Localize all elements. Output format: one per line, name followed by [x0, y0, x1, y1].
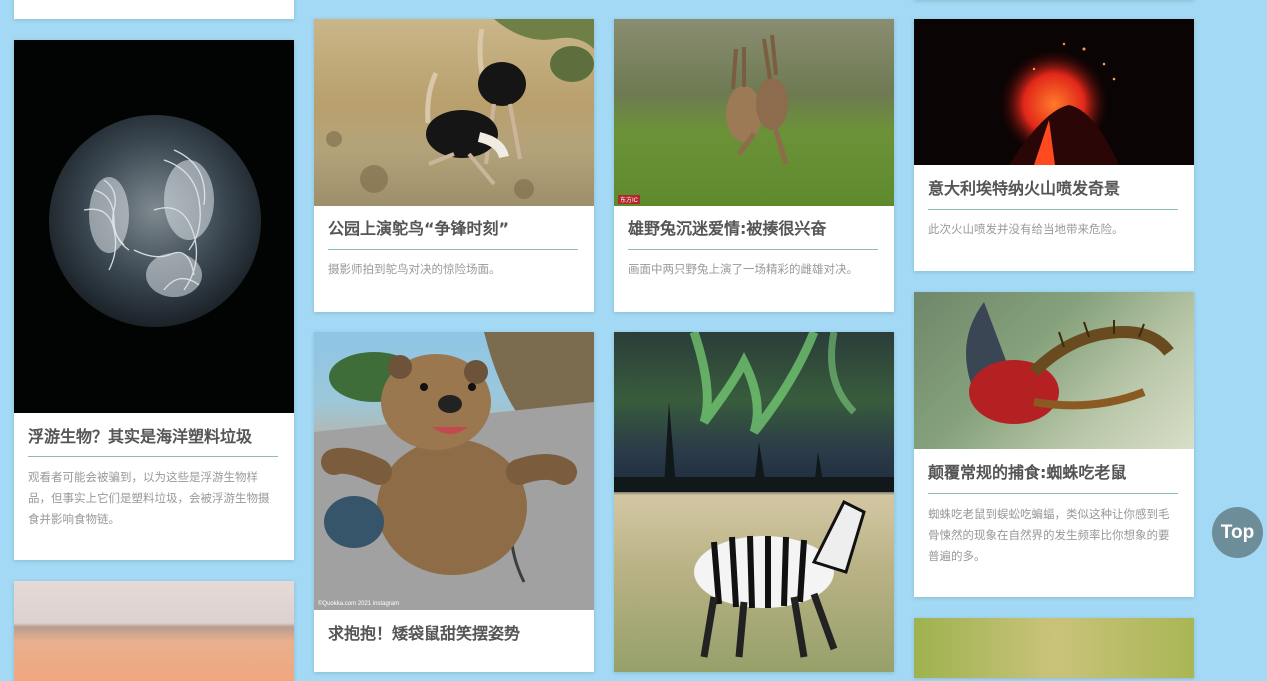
title-divider: [928, 209, 1178, 210]
hares-image[interactable]: 东方IC: [614, 19, 894, 206]
card-ostrich[interactable]: 公园上演鸵鸟“争锋时刻” 摄影师拍到鸵鸟对决的惊险场面。: [314, 19, 594, 312]
card-description: 蜘蛛吃老鼠到蜈蚣吃蝙蝠，类似这种让你感到毛骨悚然的现象在自然界的发生频率比你想象…: [928, 507, 1170, 563]
card-desert[interactable]: [14, 581, 294, 681]
card-title[interactable]: 颠覆常规的捕食:蜘蛛吃老鼠: [928, 462, 1178, 484]
image-watermark: ©Quokka.com 2021 instagram: [318, 601, 400, 607]
title-divider: [628, 249, 878, 250]
card-description: 摄影师拍到鸵鸟对决的惊险场面。: [328, 262, 501, 276]
card-description: 画面中两只野兔上演了一场精彩的雌雄对决。: [628, 262, 858, 276]
card-title[interactable]: 求抱抱！矮袋鼠甜笑摆姿势: [328, 623, 578, 645]
aurora-zebra-image[interactable]: [614, 332, 894, 672]
card-partial-top-col1[interactable]: [14, 0, 294, 19]
card-volcano[interactable]: 意大利埃特纳火山喷发奇景 此次火山喷发并没有给当地带来危险。: [914, 19, 1194, 271]
quokka-image[interactable]: ©Quokka.com 2021 instagram: [314, 332, 594, 610]
card-partial-bottom-col4[interactable]: [914, 618, 1194, 678]
card-title[interactable]: 意大利埃特纳火山喷发奇景: [928, 178, 1178, 200]
title-divider: [928, 493, 1178, 494]
desert-image[interactable]: [14, 581, 294, 681]
card-spider[interactable]: 颠覆常规的捕食:蜘蛛吃老鼠 蜘蛛吃老鼠到蜈蚣吃蝙蝠，类似这种让你感到毛骨悚然的现…: [914, 292, 1194, 597]
back-to-top-button[interactable]: Top: [1212, 507, 1263, 558]
card-title[interactable]: 公园上演鸵鸟“争锋时刻”: [328, 218, 578, 240]
spider-image[interactable]: [914, 292, 1194, 449]
title-divider: [28, 456, 278, 457]
card-plankton[interactable]: 浮游生物？其实是海洋塑料垃圾 观看者可能会被骗到，以为这些是浮游生物样品，但事实…: [14, 40, 294, 560]
card-title[interactable]: 雄野兔沉迷爱情:被揍很兴奋: [628, 218, 878, 240]
plankton-image[interactable]: [14, 40, 294, 413]
card-title[interactable]: 浮游生物？其实是海洋塑料垃圾: [28, 426, 278, 448]
volcano-image[interactable]: [914, 19, 1194, 165]
image-watermark: 东方IC: [618, 195, 641, 204]
card-description: 观看者可能会被骗到，以为这些是浮游生物样品，但事实上它们是塑料垃圾，会被浮游生物…: [28, 470, 270, 526]
card-aurora-zebra[interactable]: [614, 332, 894, 672]
card-description: 此次火山喷发并没有给当地带来危险。: [928, 222, 1124, 236]
card-quokka[interactable]: ©Quokka.com 2021 instagram 求抱抱！矮袋鼠甜笑摆姿势: [314, 332, 594, 672]
title-divider: [328, 249, 578, 250]
ostrich-image[interactable]: [314, 19, 594, 206]
green-image[interactable]: [914, 618, 1194, 678]
card-hares[interactable]: 东方IC 雄野兔沉迷爱情:被揍很兴奋 画面中两只野兔上演了一场精彩的雌雄对决。: [614, 19, 894, 312]
